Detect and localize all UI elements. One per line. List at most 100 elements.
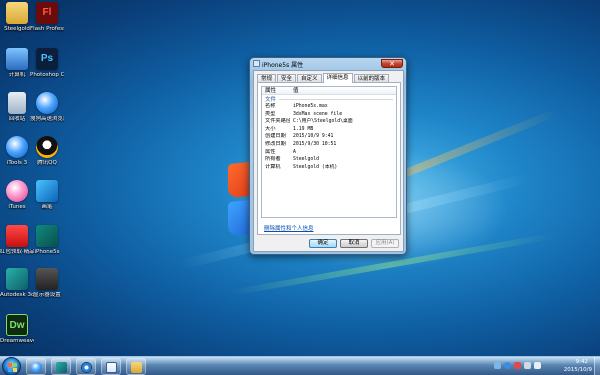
- desktop-icon-recycle-bin[interactable]: 回收站: [0, 92, 34, 123]
- properties-dialog[interactable]: iPhone5s 属性 ✕ 常规 安全 自定义 详细信息 以前的版本 属性 值 …: [249, 57, 407, 255]
- property-name: 创建日期: [265, 133, 286, 140]
- flash-icon: Fl: [36, 2, 58, 24]
- list-header: 属性 值: [262, 87, 396, 95]
- desktop-icon-label: 显示器设置: [33, 292, 61, 298]
- 3dsmax-file-icon: [36, 225, 58, 247]
- group-divider: [279, 98, 393, 100]
- property-value: Steelgold (本机): [293, 164, 338, 170]
- desktop-icon-label: iTools 3: [6, 160, 28, 166]
- desktop-icon-flash[interactable]: Fl Flash Professio...: [30, 2, 64, 33]
- windows-logo-icon-part: [8, 368, 12, 372]
- desktop-icon-monitor[interactable]: 显示器设置: [30, 268, 64, 299]
- tab-details[interactable]: 详细信息: [322, 73, 353, 83]
- language-bar-icon[interactable]: [494, 362, 501, 369]
- desktop-icon-photoshop[interactable]: Ps Photoshop CS6 (64 Bit): [30, 48, 64, 79]
- desktop-icon-label: 搜狗高速浏览器: [30, 116, 64, 122]
- clock-time[interactable]: 9:42: [576, 359, 588, 365]
- taskbar-item-media-player[interactable]: [76, 358, 96, 375]
- property-row[interactable]: 名称 iPhone5s.max: [262, 103, 396, 111]
- show-desktop-button[interactable]: [594, 357, 600, 375]
- baidu-icon: [106, 362, 117, 373]
- help-icon[interactable]: [504, 362, 511, 369]
- taskbar-item-baidu[interactable]: [101, 358, 121, 375]
- desktop-icon-label: 计算机: [8, 72, 26, 78]
- group-label: 文件: [265, 97, 277, 103]
- folder-icon: [6, 2, 28, 24]
- details-panel: 属性 值 文件 名称 iPhone5s.max 类型 3dsMax scene fi…: [257, 82, 401, 235]
- desktop-icon-pen[interactable]: 画笔: [30, 180, 64, 211]
- desktop-icon-label: 红包领取·精品: [0, 249, 34, 255]
- desktop-icon-label: iPhone5s: [34, 249, 60, 255]
- desktop-icon-qq[interactable]: 腾讯QQ: [30, 136, 64, 167]
- window-title: iPhone5s 属性: [262, 62, 304, 69]
- monitor-app-icon: [36, 268, 58, 290]
- desktop-icon-steelgold[interactable]: Steelgold: [0, 2, 34, 33]
- taskbar: 9:42 2015/10/9: [0, 356, 600, 375]
- desktop-icon-label: Photoshop CS6 (64 Bit): [30, 72, 64, 78]
- windows-logo-icon-part: [13, 363, 17, 367]
- desktop-icon-label: Flash Professio...: [30, 26, 64, 32]
- network-icon[interactable]: [524, 362, 531, 369]
- system-tray: 9:42 2015/10/9: [490, 357, 600, 375]
- desktop-icon-label: 画笔: [41, 204, 53, 210]
- property-row[interactable]: 大小 1.19 MB: [262, 126, 396, 134]
- property-list[interactable]: 属性 值 文件 名称 iPhone5s.max 类型 3dsMax scene fi…: [261, 86, 397, 218]
- recycle-bin-icon: [8, 92, 26, 114]
- property-name: 属性: [265, 148, 276, 155]
- property-name: 大小: [265, 125, 276, 132]
- taskbar-item-sogou[interactable]: [26, 358, 46, 375]
- desktop-icon-autodesk[interactable]: Autodesk 3ds Max: [0, 268, 34, 299]
- desktop-icon-sogou[interactable]: 搜狗高速浏览器: [30, 92, 64, 123]
- sogou-browser-icon: [31, 362, 42, 373]
- property-row[interactable]: 创建日期 2015/10/9 9:41: [262, 133, 396, 141]
- autodesk-icon: [6, 268, 28, 290]
- itools-icon: [6, 136, 28, 158]
- qq-icon: [36, 136, 58, 158]
- column-header-value[interactable]: 值: [290, 87, 396, 94]
- property-row[interactable]: 类型 3dsMax scene file: [262, 111, 396, 119]
- tray-app-icon[interactable]: [514, 362, 521, 369]
- property-name: 修改日期: [265, 140, 286, 147]
- taskbar-item-file-explorer[interactable]: [126, 358, 146, 375]
- desktop-icon-label: Autodesk 3ds Max: [0, 292, 34, 298]
- dialog-client-area: 常规 安全 自定义 详细信息 以前的版本 属性 值 文件 名称 iPhone5s.…: [253, 70, 404, 252]
- close-button[interactable]: ✕: [381, 59, 403, 68]
- title-bar[interactable]: iPhone5s 属性 ✕: [250, 58, 406, 69]
- apply-button[interactable]: 应用(A): [371, 239, 399, 248]
- property-value: A: [293, 149, 296, 155]
- property-name: 名称: [265, 103, 276, 109]
- pen-icon: [36, 180, 58, 202]
- property-row[interactable]: 修改日期 2015/9/30 10:51: [262, 141, 396, 149]
- property-row[interactable]: 所有者 Steelgold: [262, 156, 396, 164]
- desktop-icon-label: iTunes: [8, 204, 26, 210]
- desktop-icon-itools[interactable]: iTools 3: [0, 136, 34, 167]
- desktop-icon-iphone5s[interactable]: iPhone5s: [30, 225, 64, 256]
- taskbar-item-3dsmax[interactable]: [51, 358, 71, 375]
- property-row[interactable]: 文件夹路径 C:\用户\Steelgold\桌面: [262, 118, 396, 126]
- desktop-icon-itunes[interactable]: iTunes: [0, 180, 34, 211]
- computer-icon: [6, 48, 28, 70]
- property-row[interactable]: 计算机 Steelgold (本机): [262, 164, 396, 172]
- desktop-icon-label: Dreamweaver CS6: [0, 338, 34, 344]
- group-header: 文件: [262, 95, 396, 103]
- property-name: 所有者: [265, 156, 281, 163]
- remove-properties-link[interactable]: 删除属性和个人信息: [264, 224, 314, 232]
- desktop-icon-label: 腾讯QQ: [37, 160, 57, 166]
- volume-icon[interactable]: [534, 362, 541, 369]
- property-name: 文件夹路径: [265, 118, 290, 125]
- start-button[interactable]: [2, 357, 21, 375]
- itunes-icon: [6, 180, 28, 202]
- desktop-icon-computer[interactable]: 计算机: [0, 48, 34, 79]
- property-value: C:\用户\Steelgold\桌面: [293, 119, 353, 125]
- desktop-icon-dreamweaver[interactable]: Dw Dreamweaver CS6: [0, 314, 34, 345]
- property-name: 计算机: [265, 163, 281, 170]
- property-value: 3dsMax scene file: [293, 111, 343, 117]
- cancel-button[interactable]: 取消: [340, 239, 368, 248]
- ok-button[interactable]: 确定: [309, 239, 337, 248]
- desktop-icon-label: Steelgold: [4, 26, 30, 32]
- clock-date[interactable]: 2015/10/9: [564, 367, 592, 373]
- column-header-property[interactable]: 属性: [262, 87, 290, 94]
- windows-logo-icon: [8, 363, 12, 367]
- property-row[interactable]: 属性 A: [262, 149, 396, 157]
- desktop-icon-gift[interactable]: 红包领取·精品: [0, 225, 34, 256]
